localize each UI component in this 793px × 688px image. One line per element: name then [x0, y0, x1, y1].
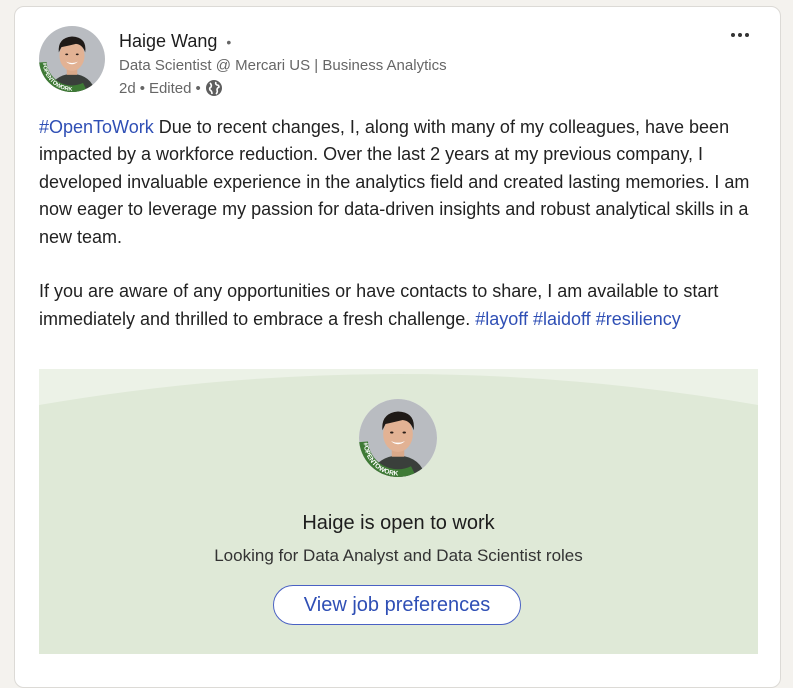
globe-icon — [205, 79, 223, 97]
view-job-preferences-button[interactable]: View job preferences — [273, 585, 521, 625]
more-options-icon[interactable] — [726, 25, 754, 45]
hashtag-laidoff[interactable]: #laidoff — [533, 309, 591, 329]
post-card: #OPENTOWORK Haige Wang • Data Scientist … — [14, 6, 781, 688]
open-to-work-card: #OPENTOWORK Haige is open to work Lookin… — [39, 369, 758, 654]
post-time: 2d — [119, 79, 136, 97]
open-to-work-avatar[interactable]: #OPENTOWORK — [359, 399, 437, 477]
open-to-work-title: Haige is open to work — [302, 512, 495, 534]
author-avatar[interactable]: #OPENTOWORK — [39, 26, 105, 92]
author-headline: Data Scientist @ Mercari US | Business A… — [119, 57, 447, 74]
post-paragraph: #OpenToWork Due to recent changes, I, al… — [39, 114, 751, 251]
avatar-photo: #OPENTOWORK — [39, 26, 105, 92]
meta-separator: • — [195, 79, 201, 97]
author-name-row: Haige Wang • — [119, 31, 231, 52]
open-to-work-subtitle: Looking for Data Analyst and Data Scient… — [214, 546, 583, 565]
post-paragraph: If you are aware of any opportunities or… — [39, 278, 751, 333]
name-separator: • — [226, 34, 232, 50]
hashtag-resiliency[interactable]: #resiliency — [596, 309, 681, 329]
avatar-photo: #OPENTOWORK — [359, 399, 437, 477]
edited-label: Edited — [148, 79, 192, 97]
post-meta: 2d • Edited • — [119, 79, 223, 97]
hashtag-layoff[interactable]: #layoff — [475, 309, 528, 329]
post-body: #OpenToWork Due to recent changes, I, al… — [39, 114, 751, 333]
meta-separator: • — [139, 79, 145, 97]
author-name[interactable]: Haige Wang — [119, 31, 217, 51]
hashtag-opentowork[interactable]: #OpenToWork — [39, 117, 154, 137]
